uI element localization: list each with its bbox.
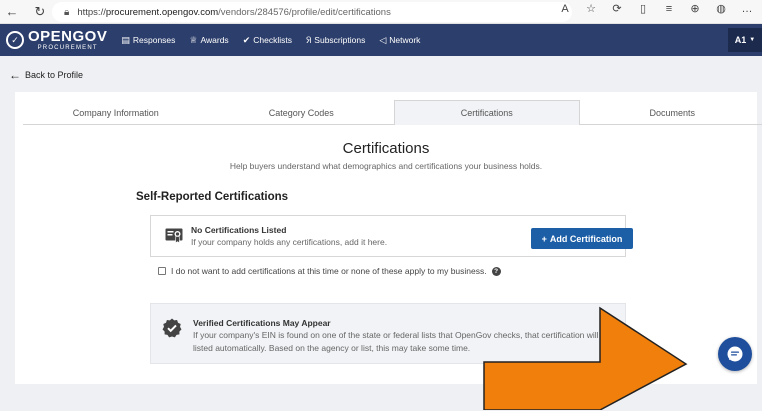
verified-badge-icon bbox=[162, 318, 182, 338]
opt-out-checkbox[interactable] bbox=[158, 267, 166, 275]
tab-label: Category Codes bbox=[268, 107, 334, 118]
help-icon[interactable]: ? bbox=[491, 266, 501, 276]
opt-out-label: I do not want to add certifications at t… bbox=[171, 266, 487, 276]
arrow-left-icon: ← bbox=[9, 68, 21, 82]
profile-tabs: Company Information Category Codes Certi… bbox=[23, 100, 762, 125]
url-path: /vendors/284576/profile/edit/certificati… bbox=[218, 6, 391, 18]
user-menu[interactable]: A1 ▼ bbox=[728, 28, 762, 52]
chat-icon bbox=[727, 346, 743, 362]
nav-network[interactable]: ◁ Network bbox=[379, 35, 420, 46]
url-host: procurement.opengov.com bbox=[105, 6, 219, 18]
logo-check-icon: ✓ bbox=[6, 31, 24, 49]
tab-certifications[interactable]: Certifications bbox=[394, 100, 580, 125]
more-icon[interactable]: … bbox=[734, 3, 760, 15]
trophy-icon: ♕ bbox=[189, 34, 198, 45]
back-to-profile-label: Back to Profile bbox=[25, 70, 84, 80]
user-initials: A1 bbox=[734, 35, 747, 45]
opt-out-row: I do not want to add certifications at t… bbox=[158, 266, 501, 276]
url-prefix: https:// bbox=[77, 6, 106, 18]
add-certification-label: Add Certification bbox=[549, 233, 623, 244]
page-subtitle: Help buyers understand what demographics… bbox=[229, 161, 543, 171]
certificate-icon bbox=[165, 228, 183, 244]
caret-down-icon: ▼ bbox=[749, 37, 756, 43]
nav-checklists-label: Checklists bbox=[253, 35, 292, 45]
page-title: Certifications bbox=[342, 140, 430, 157]
refresh-icon[interactable]: ↻ bbox=[30, 2, 50, 22]
tab-label: Certifications bbox=[460, 108, 513, 118]
nav-subscriptions[interactable]: ᖆ Subscriptions bbox=[306, 35, 365, 46]
favorite-star-icon[interactable]: ☆ bbox=[578, 2, 604, 15]
favorites-icon[interactable]: ≡ bbox=[656, 3, 682, 15]
plus-icon: + bbox=[541, 233, 547, 244]
nav-awards[interactable]: ♕ Awards bbox=[189, 35, 228, 46]
check-icon: ✔ bbox=[242, 34, 251, 45]
rss-icon: ᖆ bbox=[305, 34, 312, 45]
back-to-profile-link[interactable]: ← Back to Profile bbox=[9, 68, 83, 82]
collections-icon[interactable]: ⊕ bbox=[682, 2, 708, 15]
lock-icon: 🔒︎ bbox=[64, 6, 70, 18]
opengov-logo[interactable]: ✓ OPENGOV PROCUREMENT bbox=[6, 29, 107, 51]
no-certifications-description: If your company holds any certifications… bbox=[191, 237, 388, 247]
tab-documents[interactable]: Documents bbox=[580, 100, 762, 125]
nav-responses-label: Responses bbox=[132, 35, 176, 45]
extension-icon[interactable]: ⟳ bbox=[604, 2, 630, 15]
share-icon: ◁ bbox=[379, 34, 387, 45]
logo-sub-text: PROCUREMENT bbox=[37, 45, 98, 51]
document-icon: ▤ bbox=[121, 34, 130, 45]
logo-main-text: OPENGOV bbox=[28, 28, 108, 45]
tab-label: Documents bbox=[649, 107, 696, 118]
back-icon[interactable]: ← bbox=[2, 2, 22, 22]
nav-network-label: Network bbox=[389, 35, 421, 45]
nav-responses[interactable]: ▤ Responses bbox=[121, 35, 175, 46]
add-certification-button[interactable]: + Add Certification bbox=[531, 228, 633, 249]
split-screen-icon[interactable]: ▯ bbox=[630, 2, 656, 15]
nav-awards-label: Awards bbox=[200, 35, 229, 45]
verified-title: Verified Certifications May Appear bbox=[193, 318, 331, 328]
no-certifications-panel: No Certifications Listed If your company… bbox=[150, 215, 633, 257]
section-heading: Self-Reported Certifications bbox=[136, 191, 289, 203]
address-bar[interactable]: 🔒︎ https://procurement.opengov.com/vendo… bbox=[52, 2, 572, 22]
chat-support-button[interactable] bbox=[718, 337, 752, 371]
nav-subscriptions-label: Subscriptions bbox=[314, 35, 366, 45]
app-navbar: ✓ OPENGOV PROCUREMENT ▤ Responses ♕ Awards… bbox=[0, 24, 762, 56]
browser-toolbar: ← ↻ 🔒︎ https://procurement.opengov.com/v… bbox=[0, 0, 762, 24]
no-certifications-title: No Certifications Listed bbox=[191, 225, 287, 235]
annotation-arrow bbox=[483, 306, 688, 410]
tab-category-codes[interactable]: Category Codes bbox=[209, 100, 395, 125]
tab-company-information[interactable]: Company Information bbox=[23, 100, 209, 125]
profile-icon[interactable]: ◍ bbox=[708, 2, 734, 15]
tab-label: Company Information bbox=[72, 107, 159, 118]
read-aloud-icon[interactable]: A bbox=[552, 3, 578, 15]
nav-checklists[interactable]: ✔ Checklists bbox=[243, 35, 292, 46]
